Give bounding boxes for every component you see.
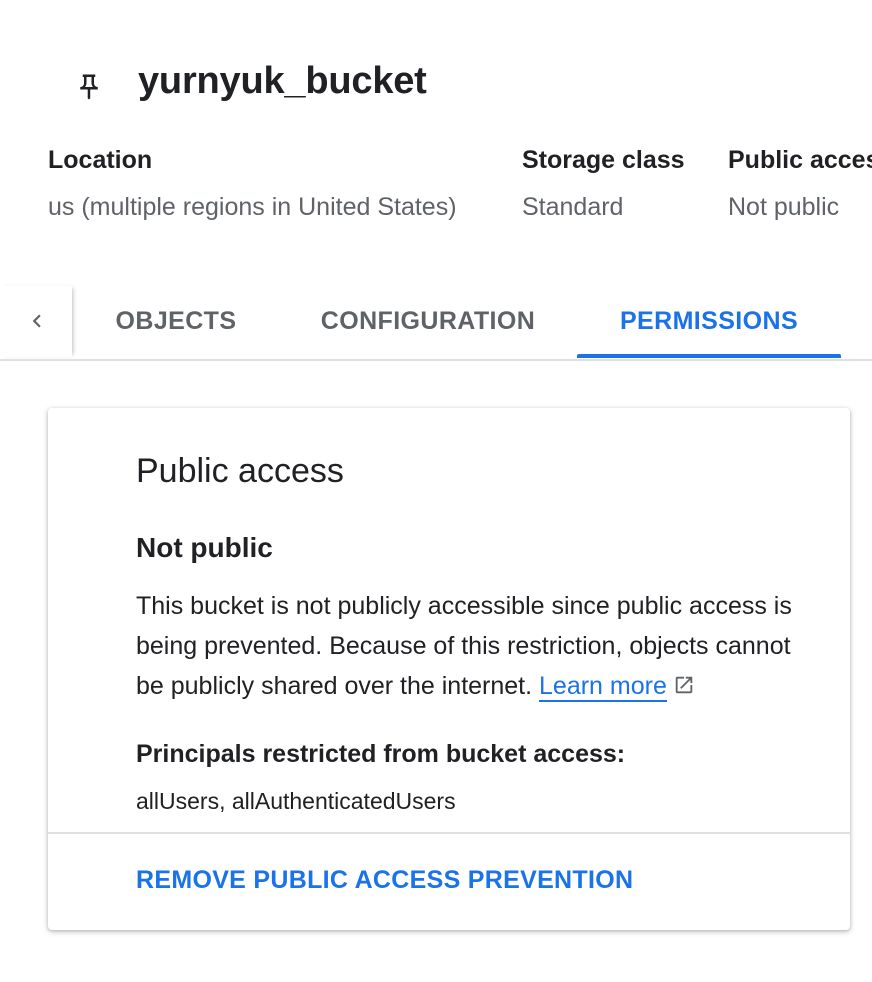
tab-bar: OBJECTS CONFIGURATION PERMISSIONS	[0, 286, 872, 361]
storage-class-label: Storage class	[522, 146, 685, 174]
bucket-details-page: yurnyuk_bucket Location us (multiple reg…	[0, 0, 872, 982]
storage-class-value: Standard	[522, 193, 624, 221]
location-label: Location	[48, 146, 153, 174]
meta-location: Location us (multiple regions in United …	[48, 146, 457, 236]
page-title: yurnyuk_bucket	[138, 60, 427, 102]
public-status-description: This bucket is not publicly accessible s…	[136, 586, 816, 708]
location-value: us (multiple regions in United States)	[48, 193, 457, 221]
tab-objects[interactable]: OBJECTS	[104, 286, 248, 357]
meta-public-access: Public access Not public	[728, 146, 872, 236]
public-status-title: Not public	[136, 532, 273, 563]
tab-scroll-left-button[interactable]	[0, 286, 72, 357]
public-access-card: Public access Not public This bucket is …	[48, 408, 850, 930]
public-access-value: Not public	[728, 193, 840, 221]
meta-storage-class: Storage class Standard	[522, 146, 685, 236]
open-in-new-icon	[673, 668, 695, 708]
public-access-label: Public access	[728, 146, 872, 174]
chevron-left-icon	[32, 314, 41, 328]
principals-label: Principals restricted from bucket access…	[136, 740, 626, 768]
remove-public-access-prevention-button[interactable]: REMOVE PUBLIC ACCESS PREVENTION	[136, 866, 633, 895]
active-tab-indicator	[577, 354, 841, 358]
bucket-header: yurnyuk_bucket	[0, 50, 872, 114]
principals-value: allUsers, allAuthenticatedUsers	[136, 788, 456, 814]
pin-icon[interactable]	[74, 72, 104, 102]
learn-more-link[interactable]: Learn more	[539, 672, 667, 702]
card-title: Public access	[136, 452, 344, 490]
card-divider	[48, 832, 850, 834]
tab-configuration[interactable]: CONFIGURATION	[308, 286, 548, 357]
tab-permissions[interactable]: PERMISSIONS	[578, 286, 840, 357]
